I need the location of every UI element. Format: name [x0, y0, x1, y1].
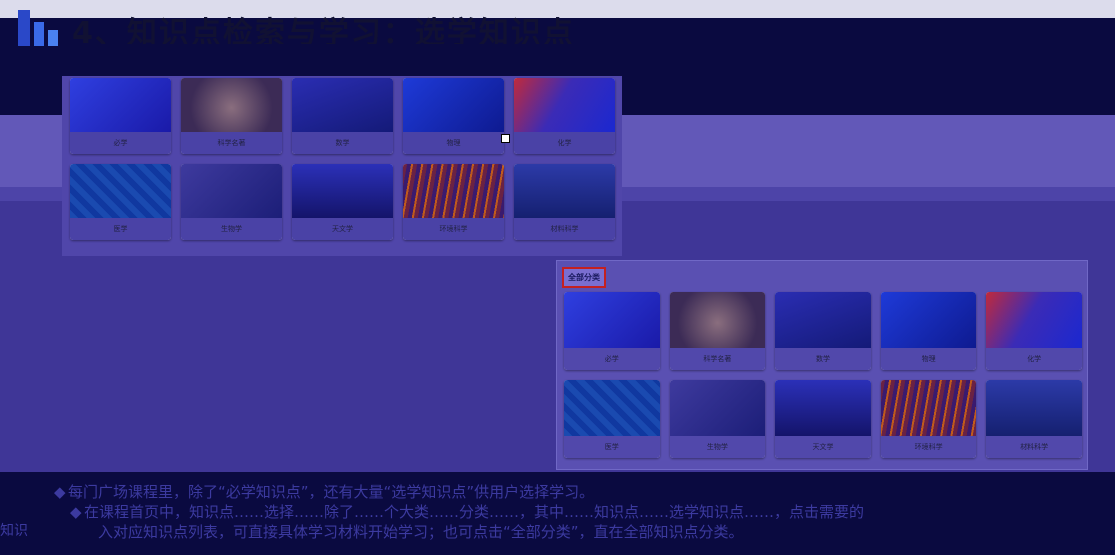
category-label: 科学名著 — [181, 132, 282, 154]
category-label: 医学 — [70, 218, 171, 240]
category-label: 生物学 — [669, 436, 766, 458]
category-card-shengwuxue[interactable]: 生物学 — [669, 380, 766, 458]
category-thumbnail — [986, 380, 1082, 436]
category-thumbnail — [775, 292, 871, 348]
category-card-cailiaokexue[interactable]: 材料科学 — [986, 380, 1082, 458]
category-label: 必学 — [70, 132, 171, 154]
category-card-huaxue[interactable]: 化学 — [986, 292, 1082, 370]
category-card-shengwuxue[interactable]: 生物学 — [181, 164, 282, 240]
category-thumbnail — [403, 164, 504, 218]
category-thumbnail — [564, 292, 660, 348]
category-card-cailiaokexue[interactable]: 材料科学 — [514, 164, 615, 240]
category-thumbnail — [181, 78, 282, 132]
category-card-wuli[interactable]: 物理 — [403, 78, 504, 154]
note-text: 入对应知识点列表，可直接具体学习材料开始学习；也可点击“全部分类”，直在全部知识… — [98, 523, 744, 541]
category-card-yixue[interactable]: 医学 — [564, 380, 660, 458]
category-card-kexuemingzhu[interactable]: 科学名著 — [181, 78, 282, 154]
category-label: 物理 — [880, 348, 977, 370]
category-card-shuxue[interactable]: 数学 — [292, 78, 393, 154]
side-text: 知识 — [0, 523, 28, 539]
note-item: ◆ 在课程首页中，知识点……选择……除了……个大类……分类……，其中……知识点……… — [54, 502, 1104, 522]
diamond-bullet-icon: ◆ — [70, 503, 82, 521]
category-thumbnail — [292, 78, 393, 132]
category-card-huanjingkexue[interactable]: 环境科学 — [403, 164, 504, 240]
category-card-tianwenxue[interactable]: 天文学 — [292, 164, 393, 240]
category-label: 环境科学 — [880, 436, 977, 458]
notes-list: ◆ 每门广场课程里，除了“必学知识点”，还有大量“选学知识点”供用户选择学习。 ◆… — [54, 482, 1104, 542]
note-item: ◆ 每门广场课程里，除了“必学知识点”，还有大量“选学知识点”供用户选择学习。 — [54, 482, 1104, 502]
category-card-huanjingkexue[interactable]: 环境科学 — [880, 380, 977, 458]
category-thumbnail — [775, 380, 871, 436]
note-text: 在课程首页中，知识点……选择……除了……个大类……分类……，其中……知识点……选… — [84, 503, 865, 521]
category-thumbnail — [880, 380, 977, 436]
category-thumbnail — [669, 380, 766, 436]
category-card-huaxue[interactable]: 化学 — [514, 78, 615, 154]
category-label: 生物学 — [181, 218, 282, 240]
category-thumbnail — [514, 78, 615, 132]
category-label: 天文学 — [292, 218, 393, 240]
category-label: 材料科学 — [986, 436, 1082, 458]
category-thumbnail — [403, 78, 504, 132]
category-thumbnail — [70, 78, 171, 132]
category-label: 环境科学 — [403, 218, 504, 240]
category-thumbnail — [514, 164, 615, 218]
all-categories-tab[interactable]: 全部分类 — [562, 267, 606, 288]
category-card-bixue[interactable]: 必学 — [70, 78, 171, 154]
category-label: 化学 — [986, 348, 1082, 370]
category-label: 科学名著 — [669, 348, 766, 370]
category-label: 物理 — [403, 132, 504, 154]
category-grid-all: 必学 科学名著 数学 物理 化学 医学 生物学 天文学 环境科学 材料科学 — [564, 292, 1082, 458]
category-thumbnail — [986, 292, 1082, 348]
category-card-shuxue[interactable]: 数学 — [775, 292, 871, 370]
category-card-kexuemingzhu[interactable]: 科学名著 — [669, 292, 766, 370]
category-label: 数学 — [775, 348, 871, 370]
category-label: 医学 — [564, 436, 660, 458]
category-thumbnail — [292, 164, 393, 218]
category-thumbnail — [880, 292, 977, 348]
category-label: 化学 — [514, 132, 615, 154]
mouse-cursor-icon — [501, 134, 510, 143]
logo-icon — [18, 10, 62, 46]
category-label: 数学 — [292, 132, 393, 154]
category-label: 必学 — [564, 348, 660, 370]
category-thumbnail — [564, 380, 660, 436]
category-label: 天文学 — [775, 436, 871, 458]
page-title: 4、知识点检索与学习：选学知识点 — [72, 16, 575, 44]
category-grid-top: 必学 科学名著 数学 物理 化学 医学 生物学 天文学 环境科学 材料科学 — [70, 78, 615, 240]
note-item: 入对应知识点列表，可直接具体学习材料开始学习；也可点击“全部分类”，直在全部知识… — [54, 522, 1104, 542]
note-text: 每门广场课程里，除了“必学知识点”，还有大量“选学知识点”供用户选择学习。 — [68, 483, 595, 501]
category-card-wuli[interactable]: 物理 — [880, 292, 977, 370]
category-thumbnail — [181, 164, 282, 218]
category-thumbnail — [70, 164, 171, 218]
category-label: 材料科学 — [514, 218, 615, 240]
category-thumbnail — [669, 292, 766, 348]
diamond-bullet-icon: ◆ — [54, 483, 66, 501]
category-card-bixue[interactable]: 必学 — [564, 292, 660, 370]
category-card-yixue[interactable]: 医学 — [70, 164, 171, 240]
category-card-tianwenxue[interactable]: 天文学 — [775, 380, 871, 458]
